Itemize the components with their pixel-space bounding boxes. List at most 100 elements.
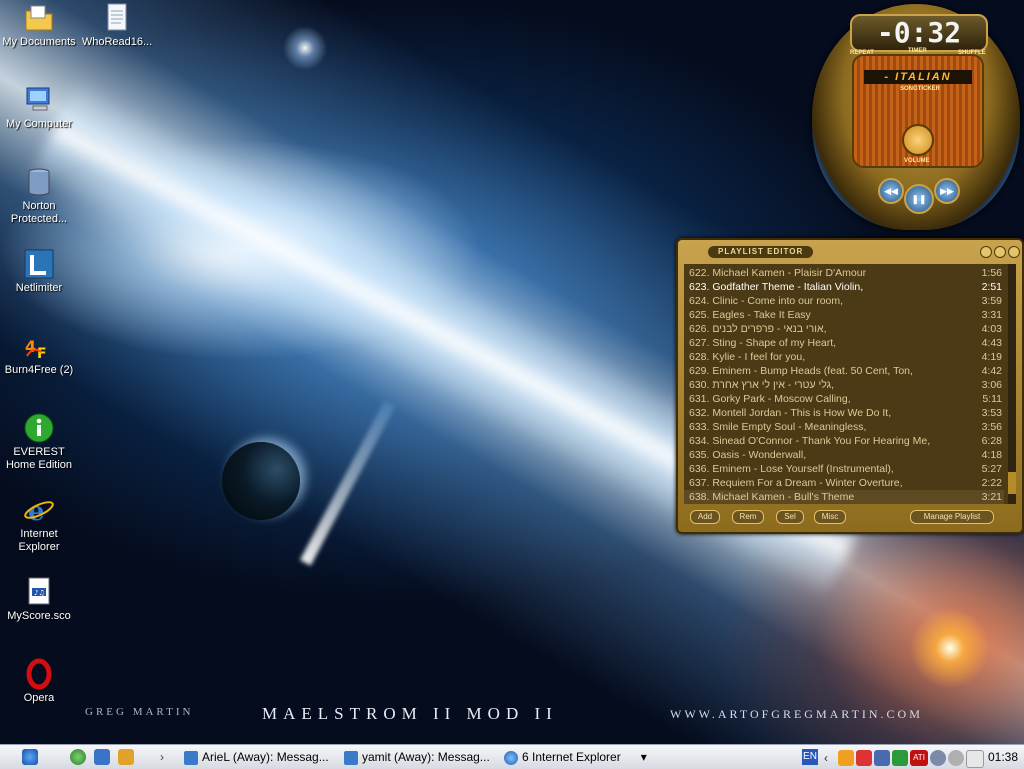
playlist-item[interactable]: 624. Clinic - Come into our room, 3:59 bbox=[684, 294, 1004, 308]
desktop-icon-burn4free[interactable]: 4F Burn4Free (2) bbox=[0, 330, 78, 377]
playlist-select-button[interactable]: Sel bbox=[776, 510, 804, 524]
playlist-title: PLAYLIST EDITOR bbox=[708, 246, 814, 258]
playlist-shade-button[interactable] bbox=[994, 246, 1006, 258]
desktop-icon-label: Opera bbox=[23, 692, 55, 704]
playlist-item[interactable]: 632. Montell Jordan - This is How We Do … bbox=[684, 406, 1004, 420]
desktop-icon-myscore[interactable]: ♪♫ MyScore.sco bbox=[0, 576, 78, 623]
tray-network-icon[interactable] bbox=[874, 750, 890, 766]
playlist-item-duration: 4:03 bbox=[981, 323, 1002, 335]
winamp-pause-button[interactable]: ❚❚ bbox=[904, 184, 934, 214]
playlist-remove-button[interactable]: Rem bbox=[732, 510, 764, 524]
playlist-list[interactable]: 622. Michael Kamen - Plaisir D'Amour 1:56… bbox=[684, 264, 1016, 504]
next-icon: ▶▶ bbox=[940, 186, 954, 196]
playlist-item-title: 635. Oasis - Wonderwall, bbox=[689, 449, 807, 461]
playlist-item[interactable]: 634. Sinead O'Connor - Thank You For Hea… bbox=[684, 434, 1004, 448]
computer-icon bbox=[23, 84, 55, 116]
tray-ati-icon[interactable]: ATI bbox=[910, 750, 928, 766]
playlist-minimize-button[interactable] bbox=[980, 246, 992, 258]
desktop-icon-internet-explorer[interactable]: e Internet Explorer bbox=[0, 494, 78, 554]
winamp-volume-label: VOLUME bbox=[904, 158, 930, 164]
playlist-item[interactable]: 631. Gorky Park - Moscow Calling, 5:11 bbox=[684, 392, 1004, 406]
desktop-icon-label: Netlimiter bbox=[15, 282, 63, 294]
previous-icon: ◀◀ bbox=[884, 186, 898, 196]
quicklaunch-ie-icon[interactable] bbox=[94, 749, 110, 765]
playlist-close-button[interactable] bbox=[1008, 246, 1020, 258]
playlist-scrollbar[interactable] bbox=[1008, 264, 1016, 504]
internet-explorer-icon: e bbox=[23, 494, 55, 527]
playlist-item-title: 634. Sinead O'Connor - Thank You For Hea… bbox=[689, 435, 931, 447]
desktop-icon-label: MyScore.sco bbox=[7, 610, 71, 622]
winamp-time-display[interactable]: -0:32 bbox=[850, 14, 988, 52]
playlist-item[interactable]: 636. Eminem - Lose Yourself (Instrumenta… bbox=[684, 462, 1004, 476]
playlist-item[interactable]: 633. Smile Empty Soul - Meaningless, 3:56 bbox=[684, 420, 1004, 434]
everest-info-icon bbox=[23, 412, 55, 444]
playlist-item-duration: 3:53 bbox=[981, 407, 1002, 419]
playlist-item[interactable]: 635. Oasis - Wonderwall, 4:18 bbox=[684, 448, 1004, 462]
tray-safely-remove-icon[interactable] bbox=[966, 750, 984, 768]
playlist-item-duration: 3:06 bbox=[981, 379, 1002, 391]
playlist-item[interactable]: 638. Michael Kamen - Bull's Theme 3:21 bbox=[684, 490, 1004, 504]
playlist-item[interactable]: 625. Eagles - Take It Easy 3:31 bbox=[684, 308, 1004, 322]
tray-messenger-icon[interactable] bbox=[856, 750, 872, 766]
task-button-ariel[interactable]: ArieL (Away): Messag... bbox=[184, 747, 334, 767]
norton-bin-icon bbox=[23, 166, 55, 198]
quicklaunch-browser-icon[interactable] bbox=[70, 749, 86, 765]
task-label: yamit (Away): Messag... bbox=[362, 750, 490, 764]
playlist-misc-button[interactable]: Misc bbox=[814, 510, 846, 524]
language-indicator[interactable]: EN bbox=[802, 749, 818, 765]
playlist-manage-button[interactable]: Manage Playlist bbox=[910, 510, 994, 524]
playlist-titlebar[interactable]: PLAYLIST EDITOR bbox=[684, 246, 1020, 260]
playlist-item[interactable]: 630. גלי עטרי - אין לי ארץ אחרת, 3:06 bbox=[684, 378, 1004, 392]
start-apple-icon[interactable] bbox=[22, 749, 38, 765]
playlist-item-title: 631. Gorky Park - Moscow Calling, bbox=[689, 393, 851, 405]
playlist-item-duration: 4:42 bbox=[981, 365, 1002, 377]
quicklaunch-tool-icon[interactable] bbox=[118, 749, 134, 765]
desktop-icon-netlimiter[interactable]: Netlimiter bbox=[0, 248, 78, 295]
desktop-icon-label: My Computer bbox=[5, 118, 73, 130]
desktop-icon-opera[interactable]: Opera bbox=[0, 658, 78, 705]
svg-text:F: F bbox=[37, 346, 47, 362]
winamp-songticker-label: SONGTICKER bbox=[900, 86, 941, 92]
playlist-item[interactable]: 626. אורי בנאי - פרפרים לבנים, 4:03 bbox=[684, 322, 1004, 336]
svg-text:4: 4 bbox=[25, 337, 36, 356]
taskbar: › ArieL (Away): Messag... yamit (Away): … bbox=[0, 744, 1024, 769]
winamp-prev-button[interactable]: ◀◀ bbox=[878, 178, 904, 204]
task-button-yamit[interactable]: yamit (Away): Messag... bbox=[344, 747, 494, 767]
playlist-item[interactable]: 627. Sting - Shape of my Heart, 4:43 bbox=[684, 336, 1004, 350]
desktop-icon-whoread[interactable]: WhoRead16... bbox=[78, 2, 156, 49]
playlist-item-duration: 4:43 bbox=[981, 337, 1002, 349]
taskbar-clock[interactable]: 01:38 bbox=[988, 746, 1018, 768]
desktop-icon-my-computer[interactable]: My Computer bbox=[0, 84, 78, 131]
winamp-main-window[interactable]: -0:32 REPEAT TIMER SHUFFLE - ITALIAN SON… bbox=[812, 4, 1020, 230]
playlist-add-button[interactable]: Add bbox=[690, 510, 720, 524]
wallpaper-url: WWW.ARTOFGREGMARTIN.COM bbox=[670, 707, 923, 721]
tray-volume-icon[interactable] bbox=[930, 750, 946, 766]
group-dropdown-icon: ▾ bbox=[640, 750, 647, 764]
playlist-item-title: 636. Eminem - Lose Yourself (Instrumenta… bbox=[689, 463, 894, 475]
tray-netlimiter-icon[interactable] bbox=[892, 750, 908, 766]
wallpaper-signature: GREG MARTIN bbox=[85, 706, 194, 718]
winamp-playlist-window[interactable]: PLAYLIST EDITOR 622. Michael Kamen - Pla… bbox=[676, 238, 1024, 534]
playlist-item[interactable]: 629. Eminem - Bump Heads (feat. 50 Cent,… bbox=[684, 364, 1004, 378]
tray-disc-icon[interactable] bbox=[948, 750, 964, 766]
desktop-icon-everest[interactable]: EVEREST Home Edition bbox=[0, 412, 78, 472]
playlist-item[interactable]: 628. Kylie - I feel for you, 4:19 bbox=[684, 350, 1004, 364]
playlist-item-duration: 3:59 bbox=[981, 295, 1002, 307]
desktop-icon-my-documents[interactable]: My Documents bbox=[0, 2, 78, 49]
wallpaper-title: MAELSTROM II MOD II bbox=[262, 704, 558, 723]
tray-expand-icon[interactable]: ‹ bbox=[824, 748, 828, 768]
playlist-item[interactable]: 622. Michael Kamen - Plaisir D'Amour 1:56 bbox=[684, 266, 1004, 280]
winamp-next-button[interactable]: ▶▶ bbox=[934, 178, 960, 204]
playlist-item[interactable]: 623. Godfather Theme - Italian Violin, 2:… bbox=[684, 280, 1004, 294]
playlist-item[interactable]: 637. Requiem For a Dream - Winter Overtu… bbox=[684, 476, 1004, 490]
playlist-scrollbar-thumb[interactable] bbox=[1008, 472, 1016, 494]
opera-icon bbox=[23, 658, 55, 690]
desktop-icon-norton-protected[interactable]: Norton Protected... bbox=[0, 166, 78, 226]
task-button-internet-explorer-group[interactable]: 6 Internet Explorer ▾ bbox=[504, 747, 654, 767]
winamp-volume-knob[interactable] bbox=[902, 124, 934, 156]
task-label: 6 Internet Explorer bbox=[522, 750, 621, 764]
quicklaunch-overflow-chevron-icon[interactable]: › bbox=[160, 747, 172, 767]
playlist-item-duration: 6:28 bbox=[981, 435, 1002, 447]
tray-winamp-icon[interactable] bbox=[838, 750, 854, 766]
winamp-songticker: - ITALIAN bbox=[864, 70, 972, 84]
